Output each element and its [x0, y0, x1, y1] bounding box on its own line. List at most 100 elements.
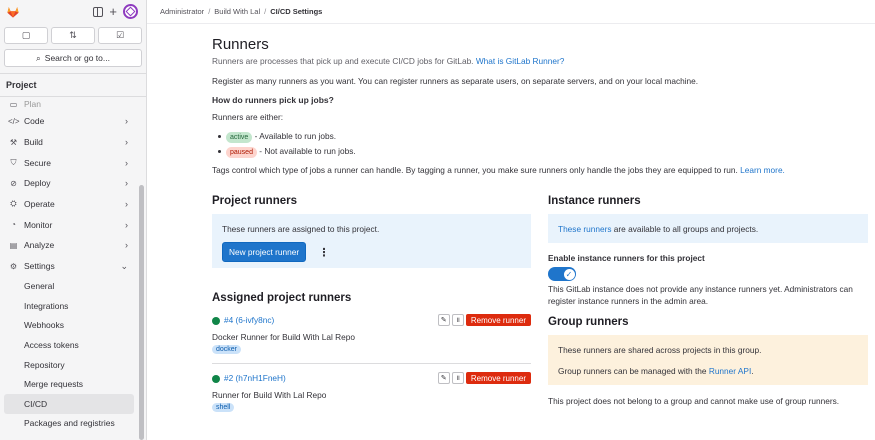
instance-runners-note: This GitLab instance does not provide an…: [548, 284, 853, 306]
main-content: Runners Runners are processes that pick …: [212, 24, 868, 412]
list-item: active - Available to run jobs.: [218, 131, 868, 143]
sidebar-item-build[interactable]: ⚒ Build ›: [0, 132, 146, 153]
todo-icon: ☑: [115, 30, 125, 40]
edit-icon[interactable]: ✎: [437, 372, 450, 384]
sidebar-scrollbar[interactable]: [139, 185, 144, 440]
runner-tag: shell: [212, 403, 235, 412]
build-icon: ⚒: [9, 137, 18, 147]
sidebar-subitem-repository[interactable]: Repository: [0, 355, 146, 375]
runners-subtitle: Runners are processes that pick up and e…: [212, 56, 565, 66]
sidebar-item-secure[interactable]: ⛉ Secure ›: [0, 152, 146, 173]
breadcrumb: Administrator / Build With Lal / CI/CD S…: [147, 0, 875, 24]
sidebar-item-code[interactable]: </> Code ›: [0, 111, 146, 132]
runner-tag: docker: [212, 345, 242, 354]
pause-icon[interactable]: ॥: [451, 314, 464, 326]
sidebar-subitem-general[interactable]: General: [0, 277, 146, 297]
runner-row: #2 (h7nH1FneH) Runner for Build With Lal…: [212, 370, 531, 422]
breadcrumb-item[interactable]: Administrator: [160, 7, 204, 16]
quick-actions: ▢ ⇅ ☑: [0, 24, 146, 47]
chevron-right-icon: ›: [125, 240, 128, 251]
shared-text: These runners are shared across projects…: [558, 345, 762, 355]
learn-more-link[interactable]: Learn more.: [740, 165, 785, 175]
breadcrumb-separator: /: [264, 7, 267, 16]
these-runners-link[interactable]: These runners: [558, 224, 612, 234]
search-icon: ⌕: [36, 52, 41, 63]
sidebar-subitem-packages[interactable]: Packages and registries: [0, 414, 146, 429]
remove-runner-button[interactable]: Remove runner: [465, 372, 531, 384]
remove-runner-button[interactable]: Remove runner: [465, 314, 531, 326]
runner-api-link[interactable]: Runner API: [709, 366, 751, 376]
group-runners-panel: These runners are shared across projects…: [548, 335, 868, 385]
search-button[interactable]: ⌕ Search or go to...: [4, 49, 142, 67]
new-project-runner-button[interactable]: New project runner: [222, 242, 307, 262]
project-runners-panel: These runners are assigned to this proje…: [212, 214, 531, 268]
assigned-text: These runners are assigned to this proje…: [222, 224, 380, 234]
pause-icon[interactable]: ॥: [451, 372, 464, 384]
sidebar-item-settings[interactable]: ⚙ Settings ⌄: [0, 256, 146, 277]
sidebar-item-monitor[interactable]: ◔ Monitor ›: [0, 214, 146, 235]
todos-button[interactable]: ☑: [98, 27, 142, 44]
runner-actions: ✎ ॥ Remove runner: [437, 372, 531, 384]
sidebar: + ▢ ⇅ ☑ ⌕ Search or go to... Project ▭ P…: [0, 0, 147, 440]
sidebar-item-operate[interactable]: ⛭ Operate ›: [0, 194, 146, 215]
sidebar-subitem-integrations[interactable]: Integrations: [0, 296, 146, 316]
edit-icon[interactable]: ✎: [437, 314, 450, 326]
gitlab-logo-icon[interactable]: [6, 5, 20, 19]
sidebar-item-plan[interactable]: ▭ Plan: [0, 97, 146, 111]
breadcrumb-separator: /: [208, 7, 211, 16]
merge-requests-button[interactable]: ⇅: [51, 27, 95, 44]
issues-icon: ▢: [21, 30, 31, 40]
how-heading: How do runners pick up jobs?: [212, 95, 334, 105]
breadcrumb-current[interactable]: CI/CD Settings: [270, 7, 322, 16]
sidebar-top: +: [0, 0, 146, 24]
sidebar-subitem-cicd[interactable]: CI/CD: [4, 394, 134, 414]
chevron-right-icon: ›: [125, 199, 128, 210]
sidebar-subitem-access-tokens[interactable]: Access tokens: [0, 335, 146, 355]
sidebar-toggle-icon[interactable]: [93, 6, 104, 17]
chevron-right-icon: ›: [125, 219, 128, 230]
tags-text: Tags control which type of jobs a runner…: [212, 165, 785, 175]
runner-id-link[interactable]: #2 (h7nH1FneH): [224, 373, 286, 383]
toggle-label: Enable instance runners for this project: [548, 253, 705, 263]
register-text: Register as many runners as you want. Yo…: [212, 76, 699, 86]
project-section-header: Project: [0, 73, 146, 97]
instance-runners-toggle[interactable]: ✓: [548, 267, 576, 281]
instance-runners-panel: These runners are available to all group…: [548, 214, 868, 243]
sidebar-item-deploy[interactable]: ⊘ Deploy ›: [0, 173, 146, 194]
deploy-icon: ⊘: [10, 178, 17, 188]
chevron-right-icon: ›: [125, 157, 128, 168]
breadcrumb-item[interactable]: Build With Lal: [214, 7, 260, 16]
sidebar-subitem-webhooks[interactable]: Webhooks: [0, 316, 146, 336]
project-runners-section: Project runners These runners are assign…: [212, 195, 531, 422]
code-icon: </>: [8, 116, 20, 126]
kebab-menu-icon[interactable]: ⋮: [318, 246, 329, 259]
assigned-runners-title: Assigned project runners: [212, 292, 352, 304]
avatar[interactable]: [123, 4, 138, 19]
runner-row: #4 (6-ivfy8nc) Docker Runner for Build W…: [212, 312, 531, 364]
runner-description: Runner for Build With Lal Repo: [212, 390, 327, 400]
merge-request-icon: ⇅: [69, 30, 77, 40]
sidebar-item-analyze[interactable]: ▤ Analyze ›: [0, 235, 146, 256]
runner-description: Docker Runner for Build With Lal Repo: [212, 332, 355, 342]
shield-icon: ⛉: [10, 157, 17, 167]
sidebar-subitem-merge-requests[interactable]: Merge requests: [0, 374, 146, 394]
runner-id-link[interactable]: #4 (6-ivfy8nc): [224, 315, 274, 325]
instance-runners-section: Instance runners These runners are avail…: [548, 195, 868, 407]
what-is-runner-link[interactable]: What is GitLab Runner?: [476, 56, 565, 66]
issues-button[interactable]: ▢: [4, 27, 48, 44]
gear-icon: ⚙: [9, 261, 18, 271]
runners-list: #4 (6-ivfy8nc) Docker Runner for Build W…: [212, 312, 531, 422]
group-runners-note: This project does not belong to a group …: [548, 396, 840, 406]
check-icon: ✓: [563, 268, 575, 280]
sidebar-nav: ▭ Plan </> Code › ⚒ Build › ⛉ Secure › ⊘…: [0, 97, 146, 429]
plus-icon[interactable]: +: [109, 5, 117, 18]
search-label: Search or go to...: [44, 53, 110, 63]
page-title: Runners: [212, 36, 269, 53]
chevron-down-icon: ⌄: [120, 260, 128, 271]
paused-badge: paused: [226, 147, 257, 158]
instance-runners-title: Instance runners: [548, 195, 641, 207]
group-runners-title: Group runners: [548, 316, 629, 328]
chevron-right-icon: ›: [125, 178, 128, 189]
runners-either-text: Runners are either:: [212, 112, 284, 122]
online-status-icon: [212, 317, 220, 325]
